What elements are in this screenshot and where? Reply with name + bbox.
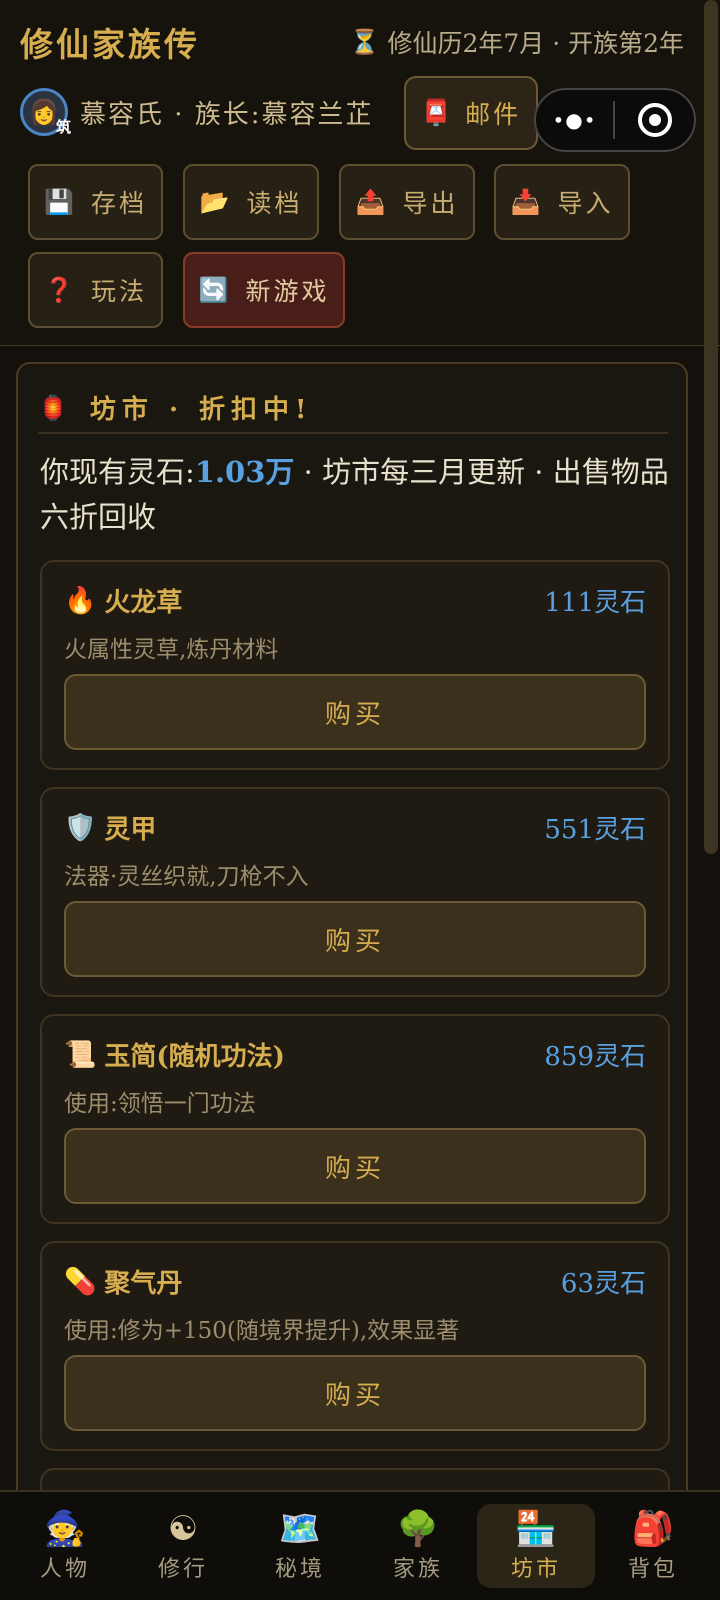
character-icon: 🧙 (43, 1509, 87, 1549)
floppy-disk-icon: 💾 (44, 188, 77, 216)
item-name: 💊 聚气丹 (64, 1263, 182, 1300)
game-calendar: ⏳ 修仙历2年7月 · 开族第2年 (350, 24, 684, 60)
spirit-stone-amount: 1.03万 (194, 455, 295, 489)
item-name: 📜 玉简(随机功法) (64, 1036, 285, 1073)
nav-item-secret-realm[interactable]: 🗺️ 秘境 (241, 1504, 359, 1588)
help-label: 玩法 (90, 277, 147, 306)
mail-button[interactable]: 📮 邮件 (404, 76, 538, 150)
market-info: 你现有灵石:1.03万 · 坊市每三月更新 · 出售物品六折回收 (40, 450, 670, 540)
buy-button[interactable]: 购买 (64, 1355, 646, 1431)
calendar-text: 修仙历2年7月 · 开族第2年 (387, 29, 684, 58)
item-description: 法器·灵丝织就,刀枪不入 (64, 864, 309, 890)
item-price: 63灵石 (560, 1269, 646, 1299)
shield-icon: 🛡️ (64, 812, 97, 843)
item-description: 使用:领悟一门功法 (64, 1091, 256, 1117)
save-button[interactable]: 💾 存档 (28, 164, 163, 240)
buy-button[interactable]: 购买 (64, 901, 646, 977)
hourglass-icon: ⏳ (349, 28, 380, 56)
market-panel: 🏮 坊市 · 折扣中! 你现有灵石:1.03万 · 坊市每三月更新 · 出售物品… (16, 362, 688, 1600)
top-bar: 修仙家族传 ⏳ 修仙历2年7月 · 开族第2年 👩 筑 慕容氏 · 族长:慕容兰… (0, 0, 720, 346)
mailbox-icon: 📮 (420, 98, 456, 127)
nav-item-character[interactable]: 🧙 人物 (6, 1504, 124, 1588)
item-name: 🔥 火龙草 (64, 582, 182, 619)
nav-label: 人物 (39, 1557, 90, 1582)
shop-item-card: 🛡️ 灵甲 551灵石 法器·灵丝织就,刀枪不入 购买 (40, 787, 670, 997)
backpack-icon: 🎒 (631, 1509, 675, 1549)
import-button[interactable]: 📥 导入 (494, 164, 630, 240)
buy-button[interactable]: 购买 (64, 674, 646, 750)
clan-info: 👩 筑 慕容氏 · 族长:慕容兰芷 (20, 88, 374, 136)
clan-name: 慕容氏 · 族长:慕容兰芷 (80, 99, 374, 130)
item-name-text: 火龙草 (104, 588, 183, 618)
nav-label: 背包 (627, 1557, 678, 1582)
nav-label: 修行 (157, 1557, 208, 1582)
market-header: 🏮 坊市 · 折扣中! (38, 382, 668, 434)
item-name-text: 灵甲 (104, 815, 157, 845)
question-mark-icon: ❓ (44, 276, 77, 304)
more-options-icon[interactable]: •●• (536, 108, 613, 132)
save-label: 存档 (90, 189, 147, 218)
item-description: 火属性灵草,炼丹材料 (64, 637, 279, 663)
help-button[interactable]: ❓ 玩法 (28, 252, 163, 328)
item-name-text: 玉简(随机功法) (104, 1042, 285, 1072)
close-miniprogram-button[interactable] (615, 103, 694, 137)
inbox-icon: 📥 (510, 188, 544, 216)
open-folder-icon: 📂 (199, 188, 233, 216)
lantern-icon: 🏮 (38, 392, 74, 422)
market-title: 坊市 · 折扣中! (89, 394, 313, 425)
import-label: 导入 (557, 189, 614, 218)
bottom-nav: 🧙 人物 ☯ 修行 🗺️ 秘境 🌳 家族 🏪 坊市 🎒 背包 (0, 1490, 720, 1600)
item-name-text: 聚气丹 (104, 1269, 183, 1299)
refresh-icon: 🔄 (198, 276, 232, 304)
buy-button[interactable]: 购买 (64, 1128, 646, 1204)
shop-item-card: 🔥 火龙草 111灵石 火属性灵草,炼丹材料 购买 (40, 560, 670, 770)
nav-item-market[interactable]: 🏪 坊市 (477, 1504, 595, 1588)
export-button[interactable]: 📤 导出 (339, 164, 475, 240)
nav-label: 家族 (392, 1557, 443, 1582)
fire-icon: 🔥 (64, 585, 97, 616)
export-label: 导出 (402, 189, 459, 218)
nav-label: 秘境 (274, 1557, 325, 1582)
item-name: 🛡️ 灵甲 (64, 809, 156, 846)
map-icon: 🗺️ (278, 1509, 322, 1549)
scroll-icon: 📜 (64, 1039, 97, 1070)
pill-icon: 💊 (64, 1266, 97, 1297)
load-label: 读档 (246, 189, 303, 218)
avatar[interactable]: 👩 筑 (20, 88, 71, 136)
new-game-button[interactable]: 🔄 新游戏 (183, 252, 345, 328)
nav-label: 坊市 (510, 1557, 561, 1582)
realm-badge: 筑 (55, 118, 71, 136)
miniprogram-capsule: •●• (534, 88, 696, 152)
scrollbar[interactable] (704, 0, 718, 854)
item-price: 551灵石 (544, 815, 646, 845)
item-price: 111灵石 (544, 588, 646, 618)
character-icon: 👩 (29, 98, 59, 126)
shop-item-card: 💊 聚气丹 63灵石 使用:修为+150(随境界提升),效果显著 购买 (40, 1241, 670, 1451)
app-title: 修仙家族传 (20, 25, 200, 64)
nav-item-cultivation[interactable]: ☯ 修行 (124, 1504, 242, 1588)
outbox-icon: 📤 (355, 188, 389, 216)
info-prefix: 你现有灵石: (40, 455, 195, 489)
tree-icon: 🌳 (396, 1509, 440, 1549)
mail-label: 邮件 (465, 100, 522, 129)
load-button[interactable]: 📂 读档 (183, 164, 319, 240)
shop-item-card: 📜 玉简(随机功法) 859灵石 使用:领悟一门功法 购买 (40, 1014, 670, 1224)
new-game-label: 新游戏 (245, 277, 330, 306)
shop-icon: 🏪 (514, 1509, 558, 1549)
yin-yang-icon: ☯ (167, 1509, 199, 1549)
item-description: 使用:修为+150(随境界提升),效果显著 (64, 1318, 460, 1344)
target-icon (637, 103, 672, 137)
nav-item-backpack[interactable]: 🎒 背包 (594, 1504, 712, 1588)
item-price: 859灵石 (544, 1042, 646, 1072)
nav-item-clan[interactable]: 🌳 家族 (359, 1504, 477, 1588)
